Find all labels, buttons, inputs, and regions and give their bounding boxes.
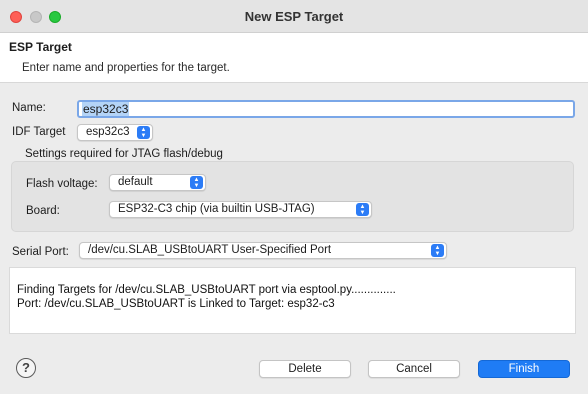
finish-button[interactable]: Finish <box>478 360 570 378</box>
help-icon[interactable]: ? <box>16 358 36 378</box>
board-select[interactable]: ESP32-C3 chip (via builtin USB-JTAG) ▲ ▼ <box>109 201 372 218</box>
header-banner: ESP Target Enter name and properties for… <box>0 33 588 83</box>
name-input[interactable]: esp32c3 <box>77 100 575 118</box>
banner-title: ESP Target <box>9 40 72 54</box>
delete-button[interactable]: Delete <box>259 360 351 378</box>
window-title: New ESP Target <box>244 9 344 24</box>
jtag-group-label: Settings required for JTAG flash/debug <box>25 148 223 160</box>
idf-target-value: esp32c3 <box>86 126 130 138</box>
board-label: Board: <box>26 205 60 217</box>
chevron-updown-icon: ▲ ▼ <box>190 176 203 189</box>
serial-port-value: /dev/cu.SLAB_USBtoUART User-Specified Po… <box>88 244 332 256</box>
console-line: Finding Targets for /dev/cu.SLAB_USBtoUA… <box>17 284 396 296</box>
flash-voltage-value: default <box>118 176 153 188</box>
banner-description: Enter name and properties for the target… <box>22 62 230 74</box>
title-bar: New ESP Target <box>0 0 588 33</box>
board-value: ESP32-C3 chip (via builtin USB-JTAG) <box>118 203 315 215</box>
flash-voltage-label: Flash voltage: <box>26 178 98 190</box>
serial-port-label: Serial Port: <box>12 246 69 258</box>
name-input-value: esp32c3 <box>82 102 130 116</box>
serial-port-select[interactable]: /dev/cu.SLAB_USBtoUART User-Specified Po… <box>79 242 447 259</box>
name-label: Name: <box>12 102 46 114</box>
chevron-updown-icon: ▲ ▼ <box>356 203 369 216</box>
chevron-updown-icon: ▲ ▼ <box>137 126 150 139</box>
idf-target-select[interactable]: esp32c3 ▲ ▼ <box>77 124 153 141</box>
cancel-button[interactable]: Cancel <box>368 360 460 378</box>
console-line: Port: /dev/cu.SLAB_USBtoUART is Linked t… <box>17 298 335 310</box>
idf-target-label: IDF Target <box>12 126 66 138</box>
status-console: Finding Targets for /dev/cu.SLAB_USBtoUA… <box>9 267 576 334</box>
new-esp-target-dialog: New ESP Target ESP Target Enter name and… <box>0 0 588 394</box>
chevron-updown-icon: ▲ ▼ <box>431 244 444 257</box>
flash-voltage-select[interactable]: default ▲ ▼ <box>109 174 206 191</box>
jtag-settings-group <box>11 161 574 232</box>
